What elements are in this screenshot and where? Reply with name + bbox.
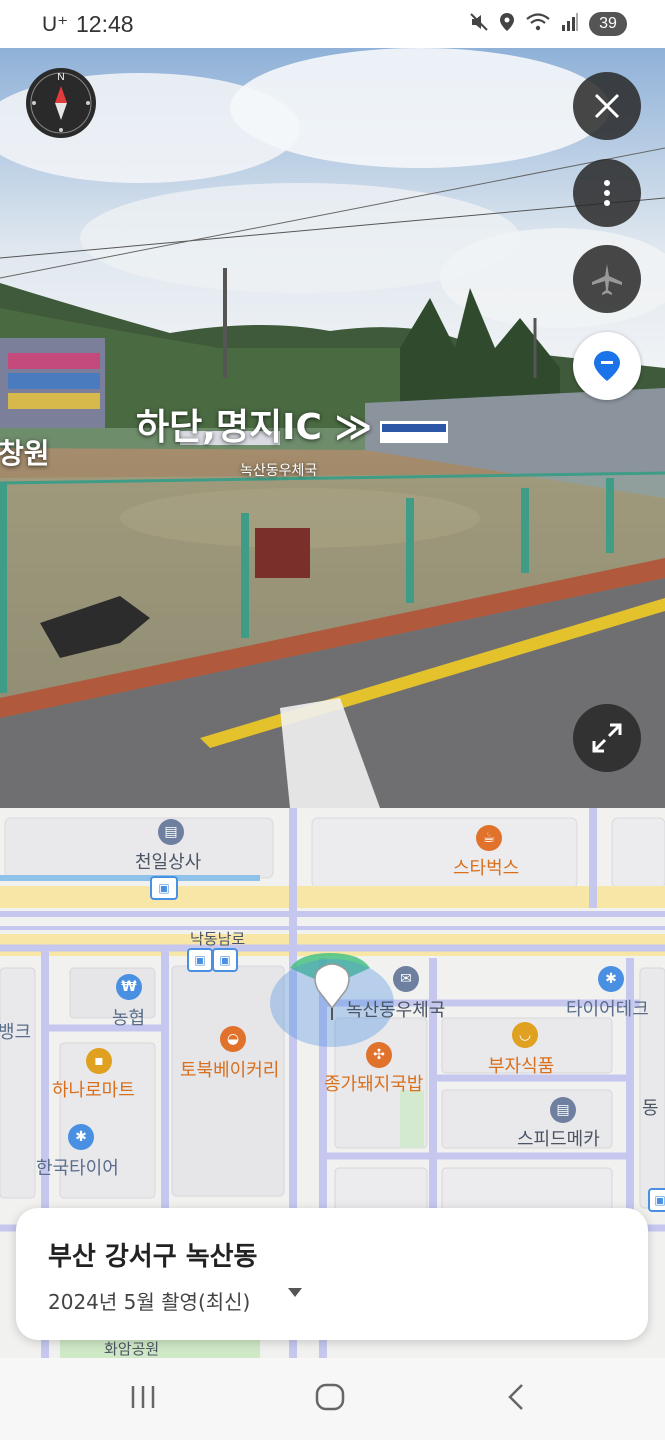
home-button[interactable] [314,1382,346,1416]
location-info-card[interactable]: 부산 강서구 녹산동 2024년 5월 촬영(최신) [16,1208,648,1340]
road-name-nakdong: 낙동남로 [190,930,246,948]
food-store-icon: ◡ [512,1022,538,1048]
location-pin-button[interactable] [573,332,641,400]
left-edge-label: 창원 [0,437,50,470]
status-icons: 39 [469,12,627,36]
tire-shop-icon: ✱ [598,966,624,992]
poi-hwaam[interactable]: 화암공원 [104,1338,159,1358]
poi-tobuk[interactable]: 토북베이커리 [180,1056,279,1082]
back-icon [508,1384,523,1410]
mart-icon: ▪ [86,1048,112,1074]
bus-stop-icon: ▣ [150,876,178,900]
restaurant-icon: ✣ [366,1042,392,1068]
close-button[interactable] [573,72,641,140]
bank-icon: ₩ [116,974,142,1000]
poi-speedmate[interactable]: 스피드메카 [517,1125,600,1151]
compass-icon: N [30,72,92,134]
poi-dong[interactable]: 동 [642,1094,659,1120]
carrier-label: U⁺ [42,13,69,36]
close-icon [594,93,620,119]
status-bar: U⁺ 12:48 39 [0,0,665,48]
location-icon [499,12,515,36]
home-icon [315,1383,345,1411]
expand-button[interactable] [573,704,641,772]
back-button[interactable] [504,1382,528,1416]
building-icon: ▤ [158,819,184,845]
more-vertical-icon [604,180,610,206]
capture-date-selector[interactable]: 2024년 5월 촬영(최신) [48,1286,250,1315]
location-pin-icon [594,351,620,381]
battery-indicator: 39 [589,12,627,36]
system-nav-bar [0,1358,665,1440]
building-label: 녹산동우체국 [240,463,318,479]
cafe-icon: ☕ [476,825,502,851]
recent-apps-icon [131,1386,155,1408]
clock: 12:48 [76,11,134,37]
poi-bank[interactable]: 뱅크 [0,1018,31,1044]
airplane-icon [592,264,622,295]
building-icon: ▤ [550,1097,576,1123]
svg-text:N: N [57,72,64,83]
bus-stop-icon: ▣ [648,1188,665,1212]
post-office-icon: ✉ [393,966,419,992]
poi-jongga[interactable]: 종가돼지국밥 [324,1070,423,1096]
wifi-icon [525,12,551,36]
poi-hanaro[interactable]: 하나로마트 [52,1076,135,1102]
poi-tire[interactable]: 타이어테크 [566,995,649,1021]
poi-nonghyup[interactable]: 농협 [112,1004,145,1030]
bus-stop-icon: ▣ [187,948,213,972]
poi-postoffice[interactable]: 녹산동우체국 [346,996,445,1022]
expand-icon [592,723,622,753]
street-view-panorama[interactable]: 하단,명지IC ≫ 녹산동우체국 창원 [0,48,665,808]
direction-sign-text: 하단,명지IC ≫ [136,407,373,448]
dropdown-caret-icon[interactable] [288,1288,302,1297]
poi-hankook[interactable]: 한국타이어 [36,1154,119,1180]
poi-cheonil[interactable]: 천일상사 [135,848,201,874]
poi-buja[interactable]: 부자식품 [488,1052,554,1078]
recent-apps-button[interactable] [128,1382,158,1416]
compass-button[interactable]: N [26,68,96,138]
tire-shop-icon: ✱ [68,1124,94,1150]
mute-icon [469,12,489,36]
skyview-button[interactable] [573,245,641,313]
address-title: 부산 강서구 녹산동 [48,1242,258,1272]
signal-icon [561,12,579,36]
more-options-button[interactable] [573,159,641,227]
poi-starbucks[interactable]: 스타벅스 [453,854,519,880]
bus-stop-icon: ▣ [212,948,238,972]
bakery-icon: ◒ [220,1026,246,1052]
